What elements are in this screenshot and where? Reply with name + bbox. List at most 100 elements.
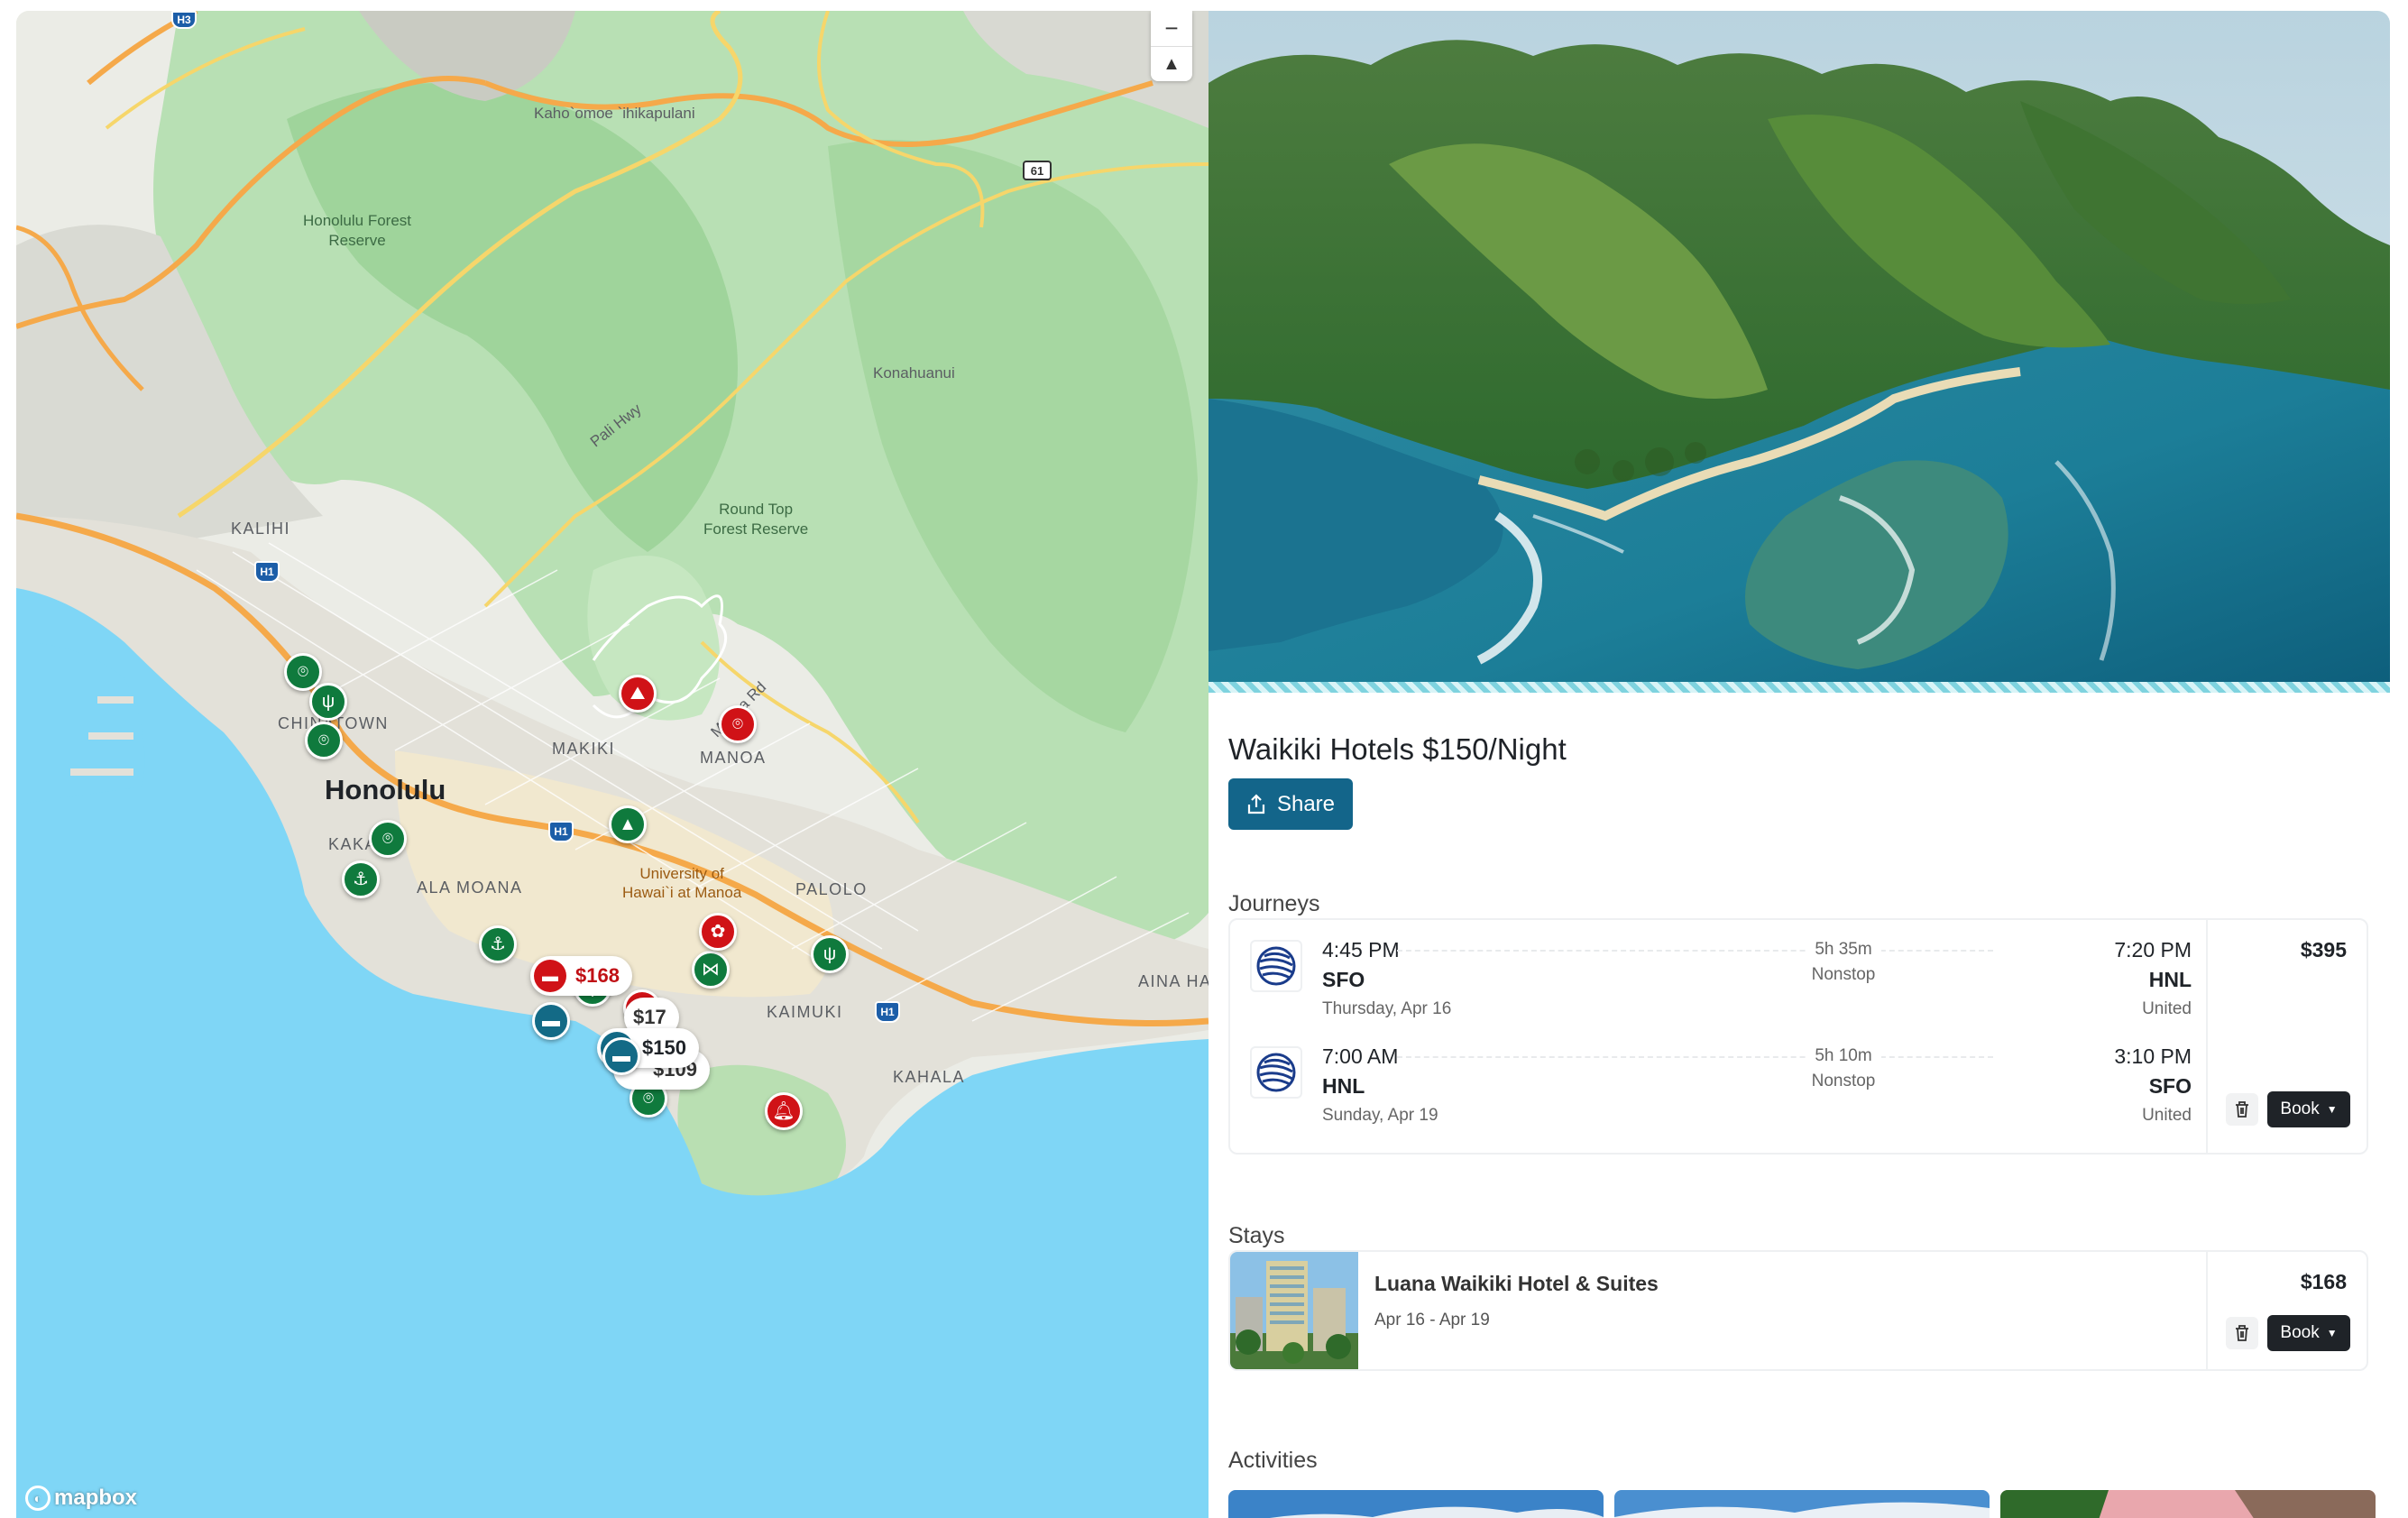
map-label-konahuanui: Konahuanui bbox=[873, 364, 955, 382]
stay-name: Luana Waikiki Hotel & Suites bbox=[1374, 1272, 1659, 1295]
highway-shield-h1: H1 bbox=[875, 1001, 900, 1023]
section-heading-activities: Activities bbox=[1228, 1448, 1318, 1473]
departure-airport: HNL bbox=[1322, 1074, 1365, 1098]
chevron-down-icon: ▼ bbox=[2326, 1103, 2338, 1116]
stay-dates: Apr 16 - Apr 19 bbox=[1374, 1311, 1490, 1329]
map-label-university: University of Hawai`i at Manoa bbox=[622, 865, 742, 901]
bell-icon: ✿ bbox=[710, 922, 726, 942]
activity-card-image[interactable] bbox=[1228, 1490, 1604, 1518]
carrier-name: United bbox=[2142, 1106, 2192, 1125]
map-pin-hotel[interactable]: ▬ bbox=[602, 1037, 640, 1075]
activity-photo bbox=[1228, 1490, 1604, 1518]
stay-hotel-image bbox=[1230, 1252, 1358, 1369]
journey-leg-outbound: 4:45 PM SFO Thursday, Apr 16 5h 35m Nons… bbox=[1230, 920, 2210, 1026]
flight-duration: 5h 10m bbox=[1681, 1046, 2006, 1066]
carrier-name: United bbox=[2142, 999, 2192, 1018]
stay-card[interactable]: Luana Waikiki Hotel & Suites Apr 16 - Ap… bbox=[1228, 1250, 2368, 1371]
journey-card[interactable]: 4:45 PM SFO Thursday, Apr 16 5h 35m Nons… bbox=[1228, 918, 2368, 1155]
delete-stay-button[interactable] bbox=[2226, 1317, 2258, 1349]
section-heading-journeys: Journeys bbox=[1228, 891, 1320, 916]
united-globe-icon bbox=[1256, 1053, 1296, 1092]
bed-icon: ▬ bbox=[612, 1046, 630, 1066]
map-pin-aquarium[interactable]: ⋈ bbox=[692, 951, 730, 989]
trip-title: Waikiki Hotels $150/Night bbox=[1228, 732, 1567, 766]
map-pin-activity[interactable]: 🔔︎ bbox=[765, 1092, 803, 1130]
location-pin-icon: ⌾ bbox=[643, 1089, 654, 1109]
trash-icon bbox=[2236, 1101, 2248, 1118]
map-label-honolulu: Honolulu bbox=[325, 774, 446, 805]
delete-journey-button[interactable] bbox=[2226, 1093, 2258, 1126]
stay-price: $168 bbox=[2300, 1270, 2347, 1293]
activity-photo bbox=[2000, 1490, 2376, 1518]
book-stay-button[interactable]: Book ▼ bbox=[2267, 1315, 2350, 1351]
map-pin-location[interactable]: ⌾ bbox=[719, 705, 757, 743]
fork-knife-icon: ψ bbox=[321, 692, 335, 712]
flight-duration-text: 5h 35m bbox=[1806, 940, 1881, 959]
departure-airport: SFO bbox=[1322, 968, 1365, 991]
map-pin-harbor[interactable]: ⚓ bbox=[342, 860, 380, 898]
map-view[interactable]: Kaho`omoe `ihikapulani Konahuanui Honolu… bbox=[16, 11, 1209, 1518]
location-pin-icon: ⌾ bbox=[732, 714, 743, 734]
hero-wave-divider bbox=[1209, 682, 2390, 693]
hotel-photo bbox=[1230, 1252, 1358, 1369]
map-label-aina-haina: AINA HA bbox=[1138, 972, 1209, 990]
trip-details-panel: Waikiki Hotels $150/Night Share Journeys… bbox=[1209, 11, 2390, 1518]
book-button-label: Book bbox=[2280, 1323, 2320, 1342]
location-pin-icon: ⌾ bbox=[318, 731, 329, 750]
activity-photo bbox=[1614, 1490, 1990, 1518]
united-globe-icon bbox=[1256, 946, 1296, 986]
bell-icon: 🔔︎ bbox=[772, 1101, 795, 1121]
map-pin-park[interactable]: ▲ bbox=[609, 805, 647, 843]
journey-price: $395 bbox=[2300, 938, 2347, 961]
book-journey-button[interactable]: Book ▼ bbox=[2267, 1091, 2350, 1127]
activity-card-image[interactable] bbox=[1614, 1490, 1990, 1518]
zoom-out-button[interactable]: − bbox=[1151, 11, 1192, 46]
map-pin-location[interactable]: ⌾ bbox=[369, 820, 407, 858]
map-zoom-controls: − ▲ bbox=[1151, 11, 1192, 81]
book-button-label: Book bbox=[2280, 1099, 2320, 1118]
highway-shield-h1: H1 bbox=[548, 821, 574, 842]
compass-button[interactable]: ▲ bbox=[1151, 46, 1192, 81]
map-price-pin-168[interactable]: ▬ $168 bbox=[530, 956, 632, 996]
arrival-time: 3:10 PM bbox=[2114, 1044, 2192, 1068]
mapbox-attribution[interactable]: ◐ mapbox bbox=[25, 1486, 137, 1511]
map-pin-harbor[interactable]: ⚓ bbox=[479, 925, 517, 963]
tree-icon: ▲ bbox=[619, 814, 637, 834]
journey-actions: $395 Book ▼ bbox=[2206, 920, 2367, 1153]
map-label-kahoomoe: Kaho`omoe `ihikapulani bbox=[534, 105, 695, 122]
departure-time: 4:45 PM bbox=[1322, 938, 1400, 961]
section-heading-stays: Stays bbox=[1228, 1223, 1285, 1248]
bed-icon: ▬ bbox=[542, 1011, 560, 1031]
flight-stops: Nonstop bbox=[1811, 1072, 1876, 1090]
departure-time: 7:00 AM bbox=[1322, 1044, 1399, 1068]
stay-actions: $168 Book ▼ bbox=[2206, 1252, 2367, 1369]
map-pin-restaurant[interactable]: ψ bbox=[811, 935, 849, 973]
share-button[interactable]: Share bbox=[1228, 778, 1353, 830]
compass-icon: ▲ bbox=[1163, 53, 1181, 74]
map-label-honolulu-forest: Honolulu Forest Reserve bbox=[303, 212, 412, 249]
mapbox-logo-text: mapbox bbox=[54, 1486, 138, 1510]
flight-stops: Nonstop bbox=[1811, 965, 1876, 984]
map-pin-hike[interactable]: ⛰ bbox=[619, 675, 657, 713]
location-pin-icon: ⌾ bbox=[382, 829, 393, 849]
map-label-ala-moana: ALA MOANA bbox=[417, 879, 523, 897]
anchor-icon: ⚓ bbox=[490, 934, 506, 954]
map-base-layer bbox=[16, 11, 1209, 1518]
trash-icon bbox=[2236, 1325, 2248, 1341]
map-label-kaimuki: KAIMUKI bbox=[767, 1003, 843, 1021]
arrival-time: 7:20 PM bbox=[2114, 938, 2192, 961]
route-shield-61: 61 bbox=[1023, 161, 1052, 180]
map-pin-location[interactable]: ⌾ bbox=[284, 653, 322, 691]
map-pin-activity[interactable]: ✿ bbox=[699, 913, 737, 951]
flight-duration: 5h 35m bbox=[1681, 940, 2006, 960]
location-pin-icon: ⌾ bbox=[298, 662, 308, 682]
fork-knife-icon: ψ bbox=[823, 944, 837, 964]
map-pin-hotel[interactable]: ▬ bbox=[532, 1002, 570, 1040]
map-pin-location[interactable]: ⌾ bbox=[305, 722, 343, 759]
fish-icon: ⋈ bbox=[702, 960, 720, 980]
activity-card-image[interactable] bbox=[2000, 1490, 2376, 1518]
map-pin-restaurant[interactable]: ψ bbox=[309, 683, 347, 721]
highway-shield-h1: H1 bbox=[254, 561, 280, 583]
hero-landscape-image bbox=[1209, 11, 2390, 682]
map-label-kahala: KAHALA bbox=[893, 1068, 966, 1086]
